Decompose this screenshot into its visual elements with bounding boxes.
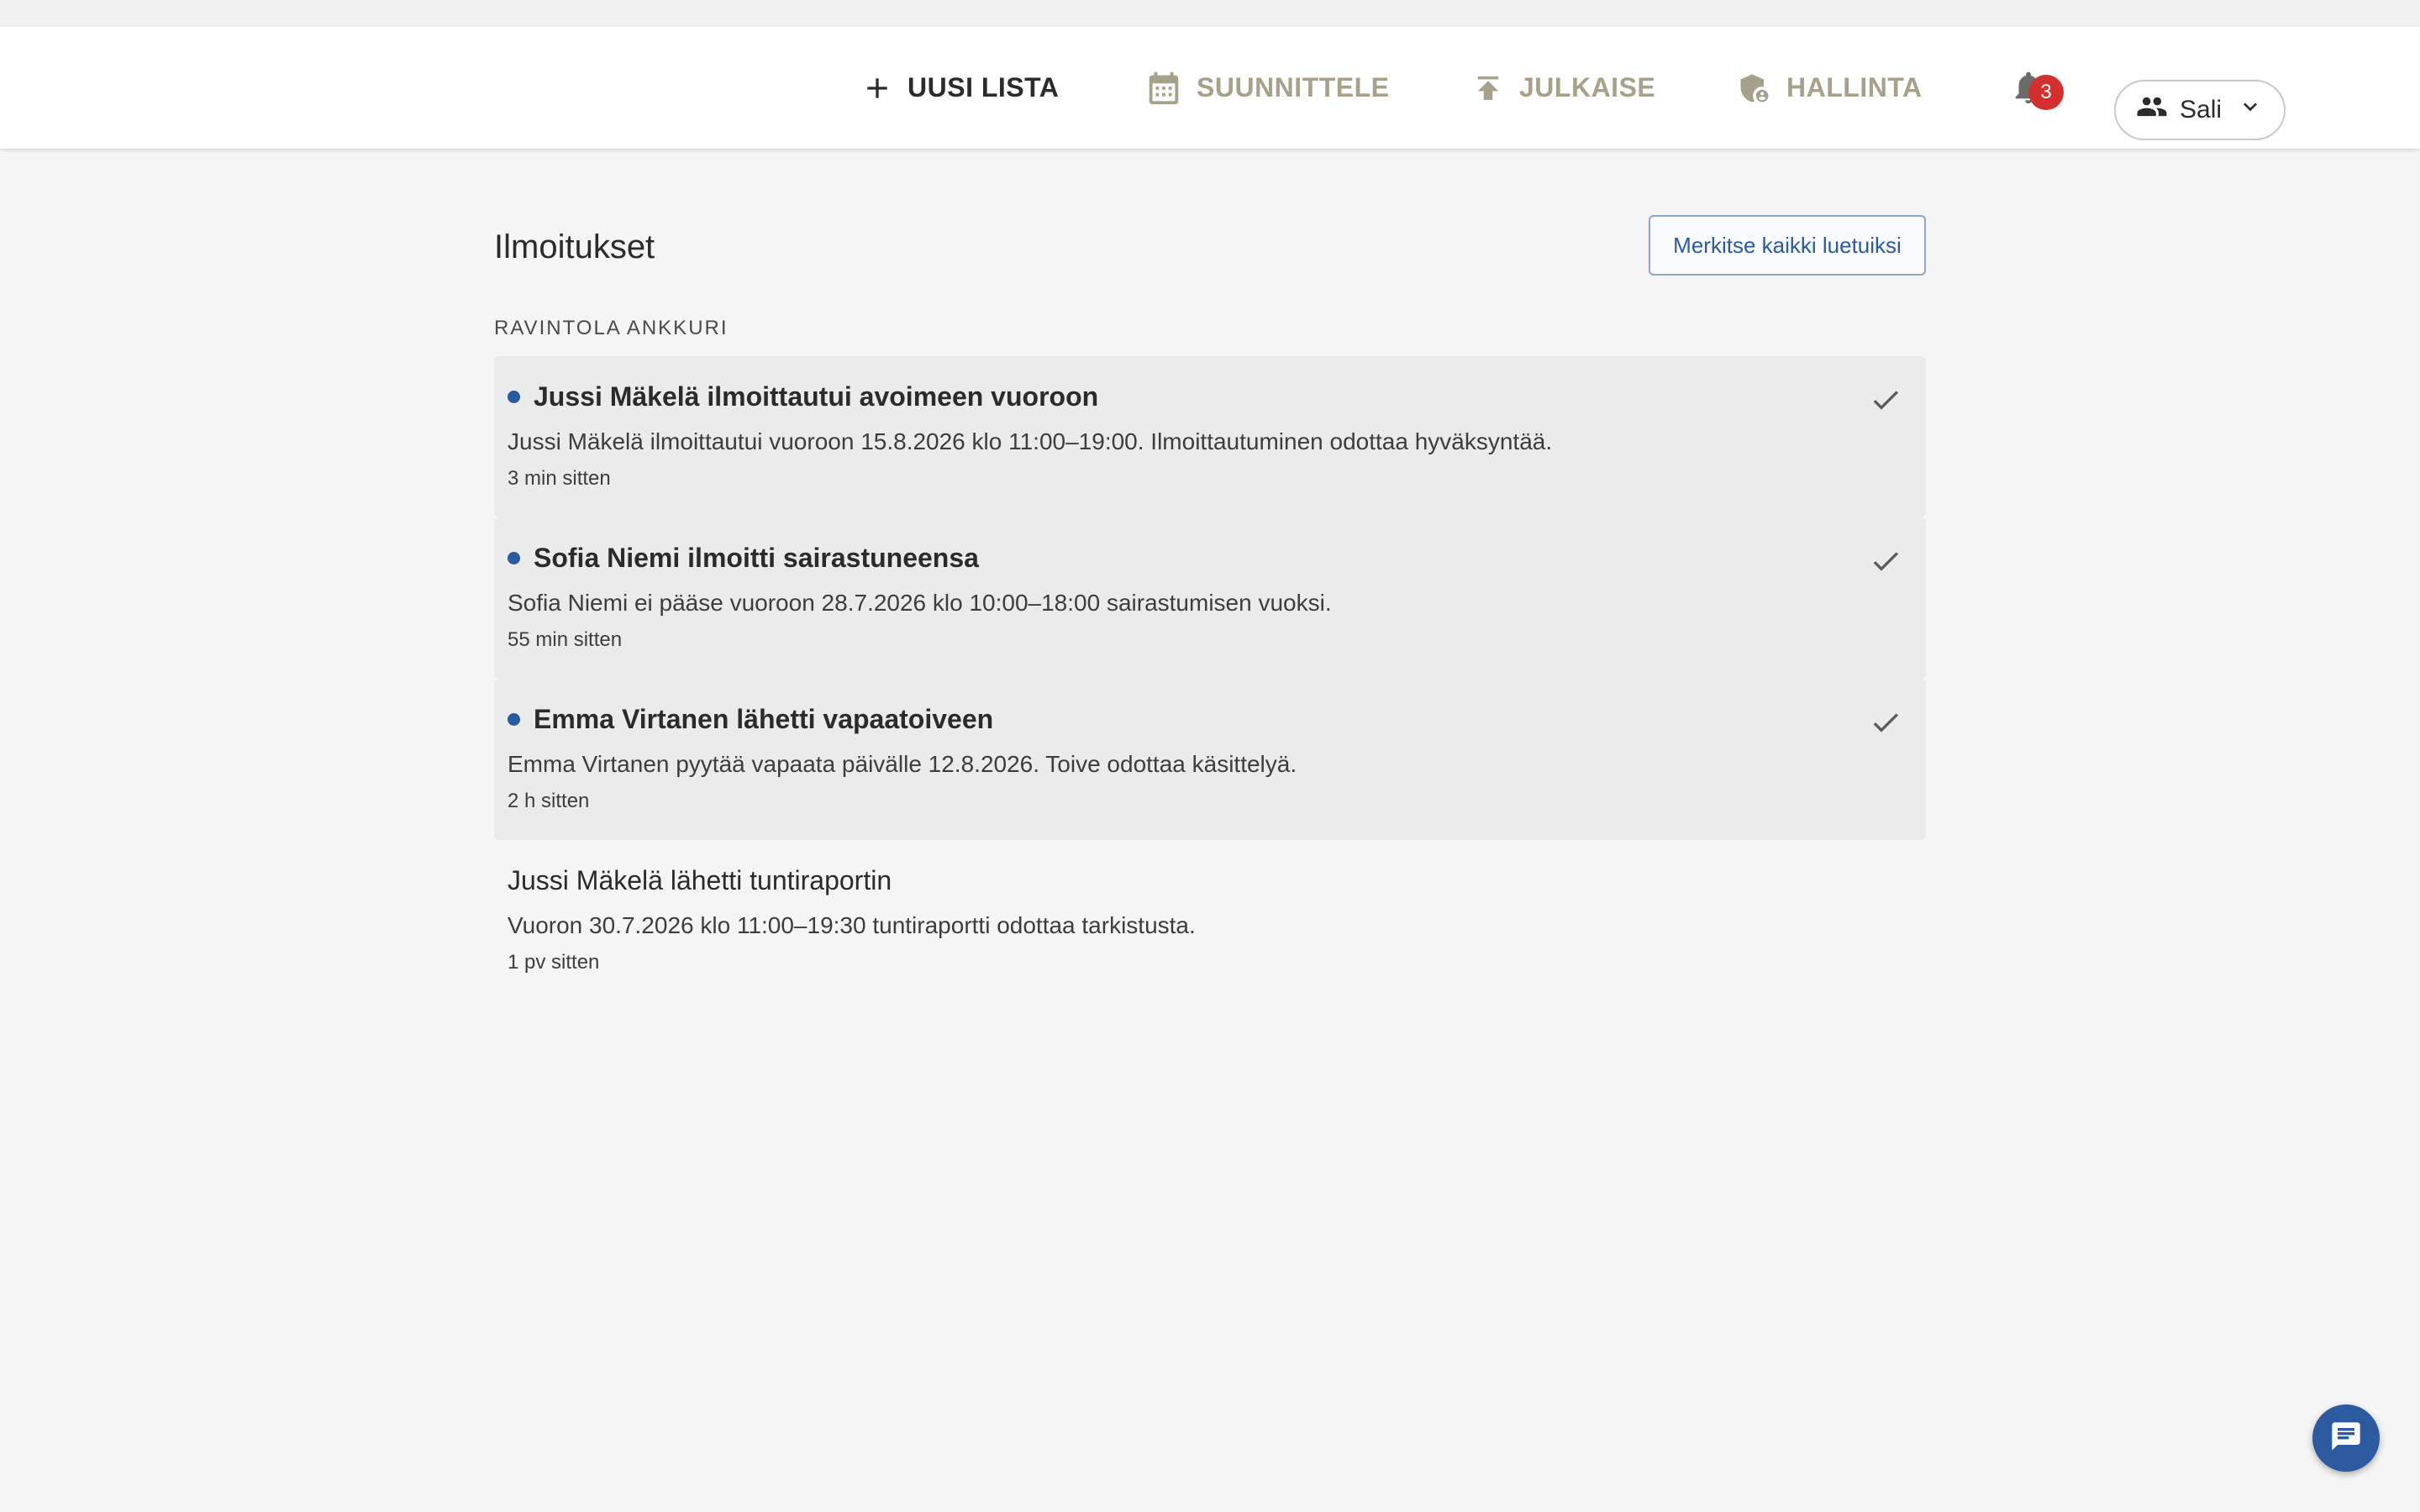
notification-time: 2 h sitten [508, 790, 590, 812]
notification-body: Sofia Niemi ei pääse vuoroon 28.7.2026 k… [508, 590, 1332, 616]
check-icon [1869, 383, 1902, 421]
nav-plan[interactable]: SUUNNITTELE [1144, 27, 1390, 149]
mark-read-button[interactable] [1865, 543, 1906, 583]
nav-admin[interactable]: HALLINTA [1736, 27, 1923, 149]
notification-time: 3 min sitten [508, 467, 611, 490]
nav-new-list[interactable]: UUSI LISTA [860, 27, 1059, 149]
page-title: Ilmoitukset [494, 228, 655, 265]
notification-list: Jussi Mäkelä ilmoittautui avoimeen vuoro… [494, 356, 1926, 1001]
notification-body: Emma Virtanen pyytää vapaata päivälle 12… [508, 751, 1297, 777]
chat-button[interactable] [2312, 1404, 2380, 1472]
check-icon [1869, 544, 1902, 582]
admin-shield-icon [1736, 70, 1773, 107]
unread-dot [508, 390, 520, 403]
notification-title: Jussi Mäkelä ilmoittautui avoimeen vuoro… [534, 381, 1099, 412]
upload-icon [1470, 71, 1506, 106]
user-menu[interactable]: Sali [2114, 80, 2286, 140]
unread-dot [508, 712, 520, 726]
notification-title: Sofia Niemi ilmoitti sairastuneensa [534, 542, 979, 573]
nav-new-list-label: UUSI LISTA [908, 72, 1060, 102]
notification-title: Jussi Mäkelä lähetti tuntiraportin [508, 864, 892, 895]
top-strip [0, 0, 2420, 27]
nav-publish-label: JULKAISE [1519, 72, 1656, 102]
chevron-down-icon [2237, 93, 2264, 127]
notification-body: Jussi Mäkelä ilmoittautui vuoroon 15.8.2… [508, 428, 1553, 454]
notification-item[interactable]: Jussi Mäkelä lähetti tuntiraportin Vuoro… [494, 840, 1926, 1001]
plus-icon [860, 71, 894, 105]
notification-item[interactable]: Sofia Niemi ilmoitti sairastuneensa Sofi… [494, 517, 1926, 679]
notification-body: Vuoron 30.7.2026 klo 11:00–19:30 tuntira… [508, 912, 1196, 938]
chat-icon [2329, 1420, 2363, 1457]
notification-item[interactable]: Jussi Mäkelä ilmoittautui avoimeen vuoro… [494, 356, 1926, 517]
mark-all-read-button[interactable]: Merkitse kaikki luetuiksi [1649, 215, 1926, 276]
nav-admin-label: HALLINTA [1786, 72, 1923, 102]
mark-read-button[interactable] [1865, 704, 1906, 744]
app-header: UUSI LISTA SUUNNITTELE JULKAISE HALLINTA… [0, 27, 2420, 149]
calendar-icon [1144, 69, 1183, 108]
unread-dot [508, 551, 520, 564]
notification-title: Emma Virtanen lähetti vapaatoiveen [534, 703, 994, 734]
notification-time: 1 pv sitten [508, 951, 600, 974]
notification-count-badge: 3 [2028, 75, 2064, 110]
check-icon [1869, 706, 1902, 743]
notification-time: 55 min sitten [508, 628, 623, 651]
notification-item[interactable]: Emma Virtanen lähetti vapaatoiveen Emma … [494, 679, 1926, 840]
user-name: Sali [2180, 96, 2223, 123]
nav-publish[interactable]: JULKAISE [1470, 27, 1655, 149]
nav-plan-label: SUUNNITTELE [1197, 72, 1390, 102]
mark-read-button[interactable] [1865, 381, 1906, 422]
section-label: RAVINTOLA ANKKURI [494, 317, 729, 339]
group-icon [2136, 91, 2168, 129]
